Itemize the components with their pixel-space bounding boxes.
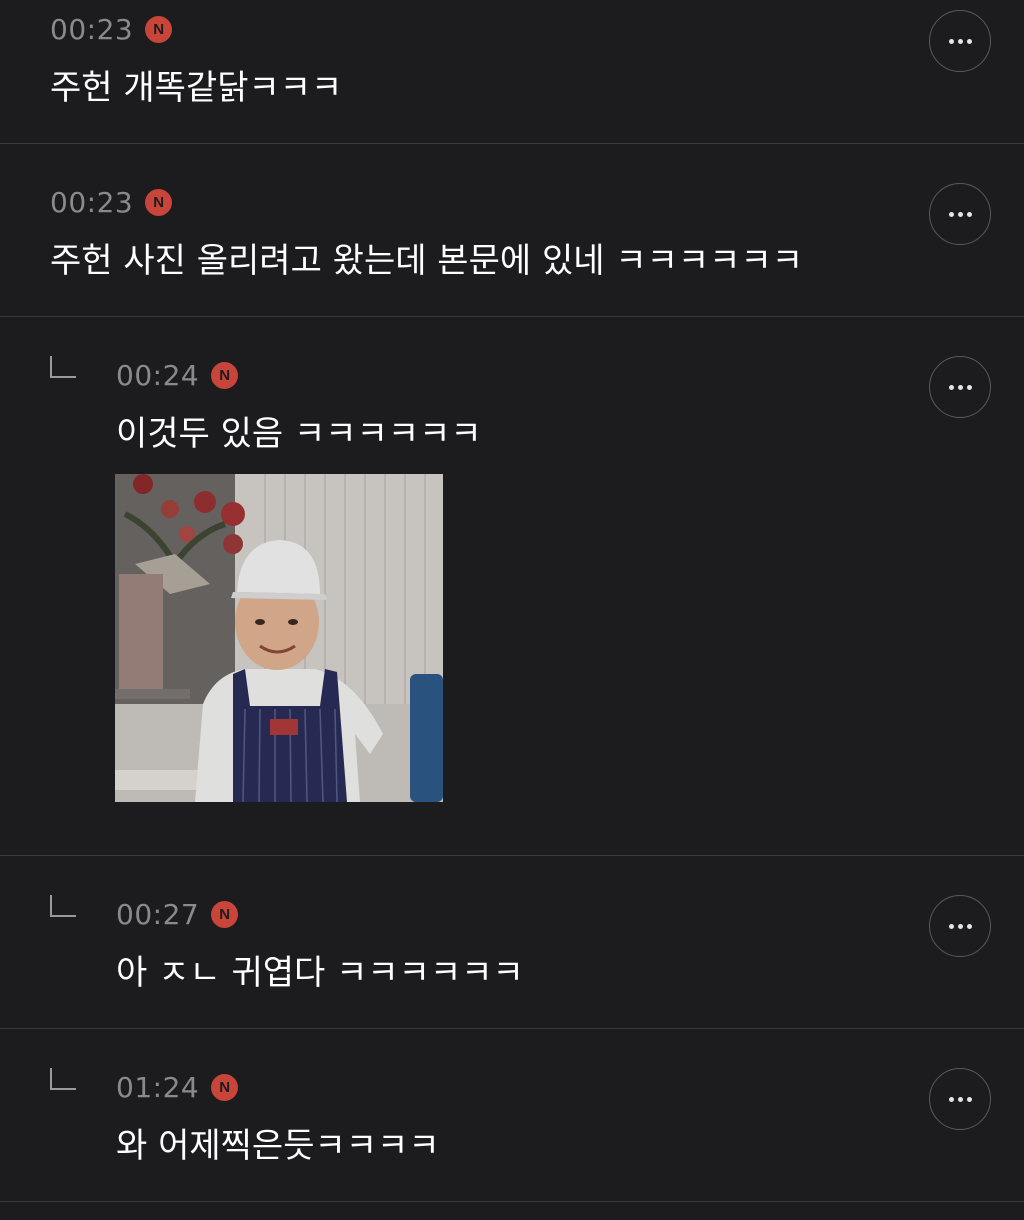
comment-timestamp: 00:27 <box>116 898 200 931</box>
more-options-icon-dot <box>966 384 972 390</box>
comment-meta: 00:23 N <box>50 13 173 46</box>
more-options-button[interactable] <box>929 895 991 957</box>
new-badge-icon: N <box>211 901 239 928</box>
reply-arrow-icon <box>50 895 76 917</box>
comment-meta: 01:24 N <box>116 1071 239 1104</box>
reply-arrow-icon <box>50 1068 76 1090</box>
more-options-button[interactable] <box>929 183 991 245</box>
more-options-button[interactable] <box>929 10 991 72</box>
more-options-icon <box>948 211 954 217</box>
more-options-button[interactable] <box>929 356 991 418</box>
comment-text: 주헌 사진 올리려고 왔는데 본문에 있네 ㅋㅋㅋㅋㅋㅋ <box>50 241 804 281</box>
new-badge-icon: N <box>145 189 173 216</box>
new-badge-icon: N <box>211 1074 239 1101</box>
reply-comment-item: 00:24 N 이것두 있음 ㅋㅋㅋㅋㅋㅋ <box>0 317 1024 856</box>
child-photo-illustration <box>115 474 443 802</box>
more-options-icon-dot <box>966 1096 972 1102</box>
comment-item: 00:23 N 주헌 개똑같닭ㅋㅋㅋ <box>0 0 1024 144</box>
more-options-icon <box>948 38 954 44</box>
more-options-icon-dot <box>966 211 972 217</box>
more-options-icon-dot <box>957 38 963 44</box>
comment-text: 이것두 있음 ㅋㅋㅋㅋㅋㅋ <box>116 414 482 454</box>
more-options-icon <box>948 384 954 390</box>
more-options-icon-dot <box>957 1096 963 1102</box>
comment-timestamp: 00:23 <box>50 186 134 219</box>
comment-timestamp: 00:23 <box>50 13 134 46</box>
reply-comment-item: 01:24 N 와 어제찍은듯ㅋㅋㅋㅋ <box>0 1029 1024 1202</box>
comment-text: 와 어제찍은듯ㅋㅋㅋㅋ <box>116 1126 440 1166</box>
comment-meta: 00:24 N <box>116 359 239 392</box>
comment-text: 아 ㅈㄴ 귀엽다 ㅋㅋㅋㅋㅋㅋ <box>116 953 524 993</box>
more-options-icon-dot <box>957 923 963 929</box>
comment-timestamp: 01:24 <box>116 1071 200 1104</box>
more-options-icon-dot <box>957 211 963 217</box>
reply-comment-item: 00:27 N 아 ㅈㄴ 귀엽다 ㅋㅋㅋㅋㅋㅋ <box>0 856 1024 1029</box>
comment-text: 주헌 개똑같닭ㅋㅋㅋ <box>50 68 343 108</box>
new-badge-icon: N <box>211 362 239 389</box>
comment-timestamp: 00:24 <box>116 359 200 392</box>
more-options-icon <box>948 1096 954 1102</box>
more-options-button[interactable] <box>929 1068 991 1130</box>
comment-meta: 00:23 N <box>50 186 173 219</box>
more-options-icon-dot <box>957 384 963 390</box>
more-options-icon-dot <box>966 38 972 44</box>
comment-item: 00:23 N 주헌 사진 올리려고 왔는데 본문에 있네 ㅋㅋㅋㅋㅋㅋ <box>0 144 1024 317</box>
more-options-icon <box>948 923 954 929</box>
comment-meta: 00:27 N <box>116 898 239 931</box>
more-options-icon-dot <box>966 923 972 929</box>
new-badge-icon: N <box>145 16 173 43</box>
reply-arrow-icon <box>50 356 76 378</box>
attached-photo[interactable] <box>115 474 443 802</box>
